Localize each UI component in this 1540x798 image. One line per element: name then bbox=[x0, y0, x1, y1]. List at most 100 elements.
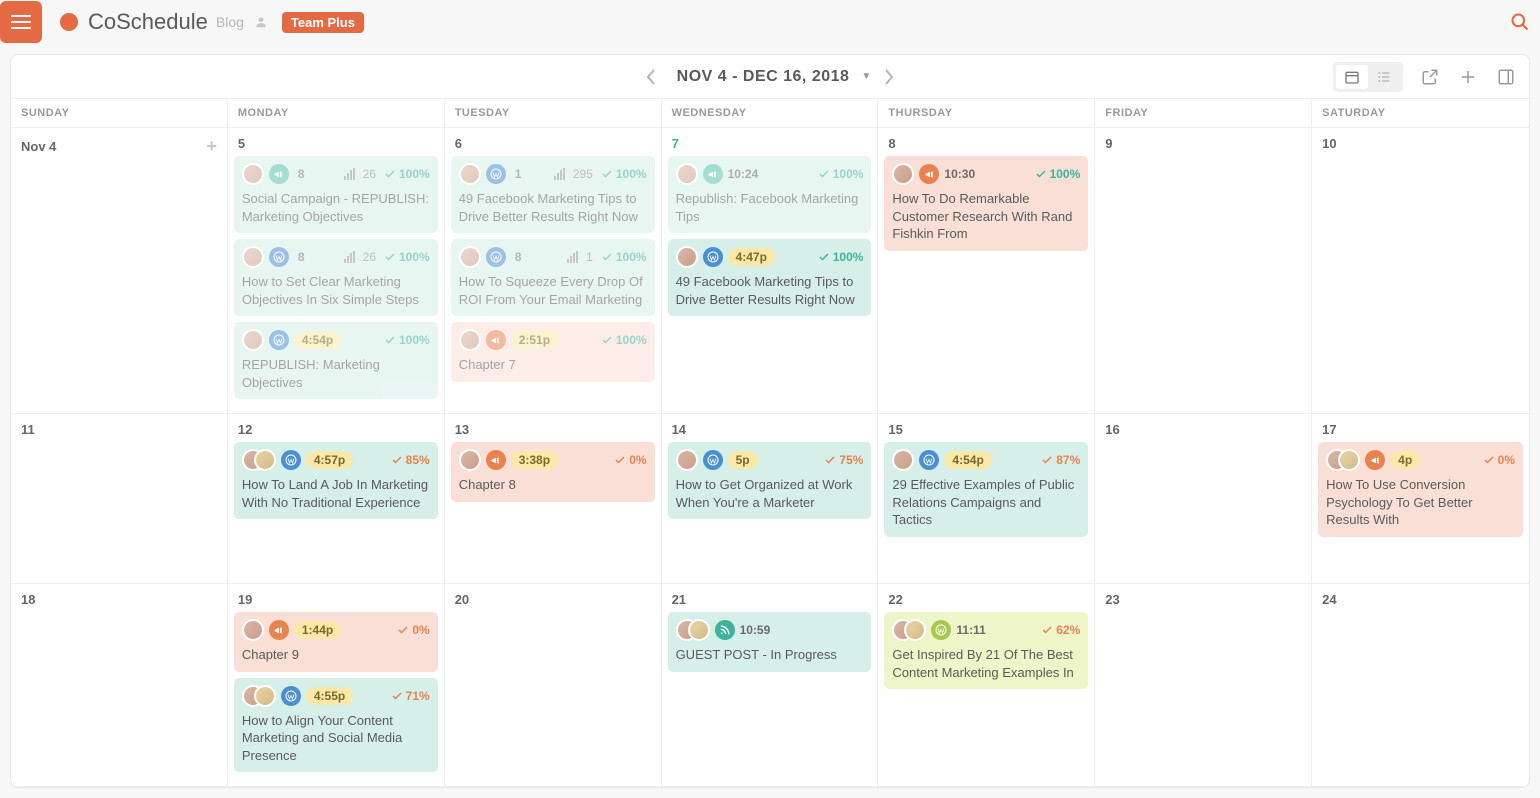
view-toggle bbox=[1333, 62, 1403, 92]
bars-value: 26 bbox=[363, 167, 376, 181]
completion-pct: 100% bbox=[818, 250, 864, 264]
search-icon[interactable] bbox=[1510, 12, 1530, 32]
wp-icon bbox=[486, 247, 506, 267]
plan-badge[interactable]: Team Plus bbox=[282, 12, 364, 33]
completion-pct: 0% bbox=[1483, 453, 1515, 467]
calendar-day[interactable]: 20 bbox=[445, 584, 662, 786]
day-number: 13 bbox=[451, 422, 655, 442]
calendar-card[interactable]: 1295100%49 Facebook Marketing Tips to Dr… bbox=[451, 156, 655, 233]
day-number: 17 bbox=[1318, 422, 1523, 442]
calendar-day[interactable]: 5826100%Social Campaign - REPUBLISH: Mar… bbox=[228, 128, 445, 413]
time-label: 11:11 bbox=[956, 623, 985, 637]
logo-icon bbox=[60, 13, 78, 31]
add-button[interactable] bbox=[1457, 66, 1479, 88]
prev-range-button[interactable] bbox=[633, 68, 669, 86]
day-number: 16 bbox=[1101, 422, 1305, 442]
wp-icon bbox=[486, 164, 506, 184]
time-pill: 4:54p bbox=[294, 331, 341, 349]
calendar-day[interactable]: 145p75%How to Get Organized at Work When… bbox=[662, 414, 879, 583]
day-number: 5 bbox=[234, 136, 438, 156]
dow-label: THURSDAY bbox=[878, 99, 1095, 127]
time-pill: 4:57p bbox=[306, 451, 353, 469]
day-number: 8 bbox=[884, 136, 1088, 156]
blog-label[interactable]: Blog bbox=[216, 14, 244, 30]
calendar-card[interactable]: 826100%How to Set Clear Marketing Object… bbox=[234, 239, 438, 316]
wp-icon bbox=[703, 247, 723, 267]
calendar-day[interactable]: Nov 4+ bbox=[11, 128, 228, 413]
calendar-day[interactable]: 124:57p85%How To Land A Job In Marketing… bbox=[228, 414, 445, 583]
mega-icon bbox=[919, 164, 939, 184]
calendar-day[interactable]: 16 bbox=[1095, 414, 1312, 583]
calendar-day[interactable]: 11 bbox=[11, 414, 228, 583]
bars-icon bbox=[344, 168, 355, 180]
share-icon[interactable] bbox=[1419, 66, 1441, 88]
calendar-card[interactable]: 4p0%How To Use Conversion Psychology To … bbox=[1318, 442, 1523, 537]
list-view-button[interactable] bbox=[1368, 65, 1400, 89]
calendar-card[interactable]: 4:55p71%How to Align Your Content Market… bbox=[234, 678, 438, 773]
day-number: 15 bbox=[884, 422, 1088, 442]
calendar-day[interactable]: 810:30100%How To Do Remarkable Customer … bbox=[878, 128, 1095, 413]
card-title: Chapter 8 bbox=[459, 476, 647, 494]
dow-label: TUESDAY bbox=[445, 99, 662, 127]
day-number: 22 bbox=[884, 592, 1088, 612]
calendar-day[interactable]: 710:24100%Republish: Facebook Marketing … bbox=[662, 128, 879, 413]
card-title: GUEST POST - In Progress bbox=[676, 646, 864, 664]
person-icon bbox=[254, 15, 268, 29]
calendar-day[interactable]: 191:44p0%Chapter 94:55p71%How to Align Y… bbox=[228, 584, 445, 786]
completion-pct: 75% bbox=[824, 453, 863, 467]
next-range-button[interactable] bbox=[871, 68, 907, 86]
completion-pct: 100% bbox=[384, 250, 430, 264]
calendar-card[interactable]: 4:54p87%29 Effective Examples of Public … bbox=[884, 442, 1088, 537]
day-number: 6 bbox=[451, 136, 655, 156]
calendar-container: NOV 4 - DEC 16, 2018 ▼ bbox=[10, 54, 1530, 788]
card-title: Chapter 7 bbox=[459, 356, 647, 374]
wp-icon bbox=[269, 247, 289, 267]
calendar-card[interactable]: 2:51p100%Chapter 7 bbox=[451, 322, 655, 382]
day-number: 10 bbox=[1318, 136, 1523, 156]
calendar-card[interactable]: 4:47p100%49 Facebook Marketing Tips to D… bbox=[668, 239, 872, 316]
completion-pct: 0% bbox=[397, 623, 429, 637]
calendar-card[interactable]: 10:59 GUEST POST - In Progress bbox=[668, 612, 872, 672]
mega-icon bbox=[269, 620, 289, 640]
calendar-day[interactable]: 24 bbox=[1312, 584, 1529, 786]
calendar-day[interactable]: 2211:1162%Get Inspired By 21 Of The Best… bbox=[878, 584, 1095, 786]
calendar-card[interactable]: 4:57p85%How To Land A Job In Marketing W… bbox=[234, 442, 438, 519]
time-pill: 4:54p bbox=[944, 451, 991, 469]
time-label: 10:59 bbox=[740, 623, 771, 637]
calendar-day[interactable]: 2110:59GUEST POST - In Progress bbox=[662, 584, 879, 786]
calendar-day[interactable]: 23 bbox=[1095, 584, 1312, 786]
calendar-day[interactable]: 10 bbox=[1312, 128, 1529, 413]
date-range-label[interactable]: NOV 4 - DEC 16, 2018 bbox=[669, 68, 858, 86]
calendar-card[interactable]: 81100%How To Squeeze Every Drop Of ROI F… bbox=[451, 239, 655, 316]
calendar-day[interactable]: 154:54p87%29 Effective Examples of Publi… bbox=[878, 414, 1095, 583]
calendar-week: 18 191:44p0%Chapter 94:55p71%How to Align… bbox=[11, 584, 1529, 787]
calendar-view-button[interactable] bbox=[1336, 65, 1368, 89]
calendar-day[interactable]: 133:38p0%Chapter 8 bbox=[445, 414, 662, 583]
wp-icon bbox=[919, 450, 939, 470]
calendar-day[interactable]: 61295100%49 Facebook Marketing Tips to D… bbox=[445, 128, 662, 413]
calendar-card[interactable]: 4:54p100%REPUBLISH: Marketing Objectives bbox=[234, 322, 438, 399]
main-menu-button[interactable] bbox=[0, 1, 42, 43]
calendar-day[interactable]: 9 bbox=[1095, 128, 1312, 413]
card-title: Republish: Facebook Marketing Tips bbox=[676, 190, 864, 225]
calendar-card[interactable]: 1:44p0%Chapter 9 bbox=[234, 612, 438, 672]
card-title: How to Get Organized at Work When You're… bbox=[676, 476, 864, 511]
completion-pct: 100% bbox=[384, 333, 430, 347]
completion-pct: 100% bbox=[601, 250, 647, 264]
day-of-week-header: SUNDAY MONDAY TUESDAY WEDNESDAY THURSDAY… bbox=[11, 99, 1529, 128]
add-item-plus-icon[interactable]: + bbox=[206, 136, 217, 157]
sidebar-toggle-icon[interactable] bbox=[1495, 66, 1517, 88]
time-label: 10:30 bbox=[944, 167, 975, 181]
calendar-card[interactable]: 10:24100%Republish: Facebook Marketing T… bbox=[668, 156, 872, 233]
calendar-card[interactable]: 3:38p0%Chapter 8 bbox=[451, 442, 655, 502]
chevron-down-icon[interactable]: ▼ bbox=[861, 71, 871, 82]
calendar-card[interactable]: 11:1162%Get Inspired By 21 Of The Best C… bbox=[884, 612, 1088, 689]
bars-icon bbox=[554, 168, 565, 180]
calendar-card[interactable]: 5p75%How to Get Organized at Work When Y… bbox=[668, 442, 872, 519]
calendar-day[interactable]: 18 bbox=[11, 584, 228, 786]
day-number: 18 bbox=[17, 592, 221, 612]
calendar-day[interactable]: 174p0%How To Use Conversion Psychology T… bbox=[1312, 414, 1529, 583]
calendar-card[interactable]: 826100%Social Campaign - REPUBLISH: Mark… bbox=[234, 156, 438, 233]
calendar-card[interactable]: 10:30100%How To Do Remarkable Customer R… bbox=[884, 156, 1088, 251]
wp-icon bbox=[281, 450, 301, 470]
